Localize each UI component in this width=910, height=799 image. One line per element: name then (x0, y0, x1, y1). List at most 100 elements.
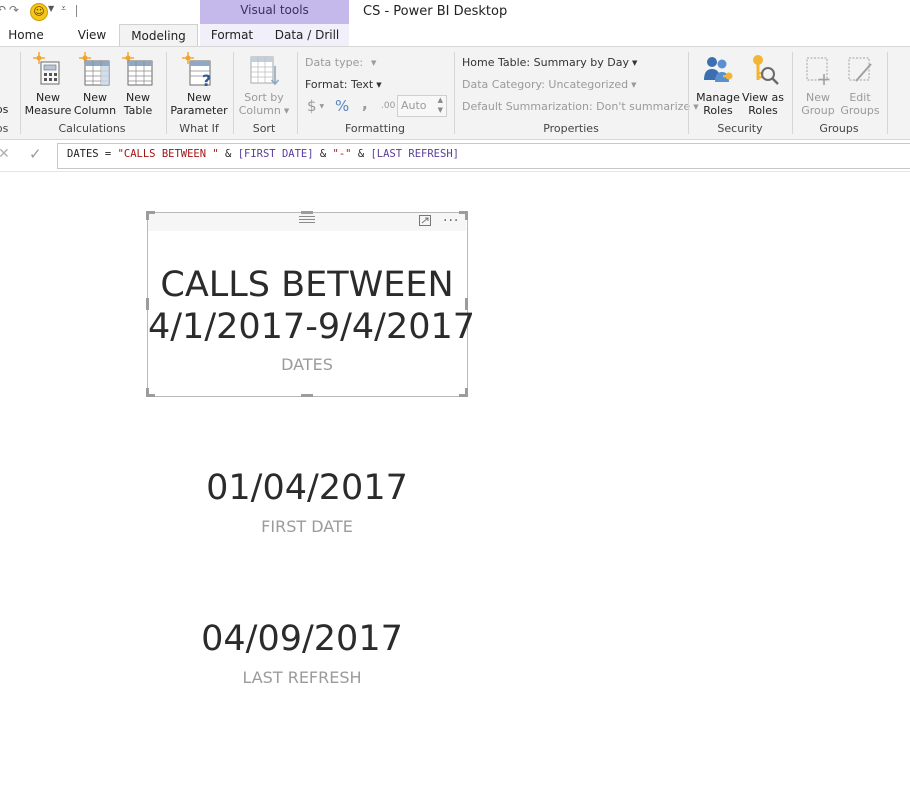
sort-dropdown-icon: ▼ (283, 106, 290, 115)
sort-group-label: Sort (252, 122, 276, 135)
formula-measure-name: DATES (67, 148, 99, 160)
manage-roles-icon (704, 57, 733, 82)
tab-modeling[interactable]: Modeling (119, 24, 198, 47)
decimal-places-spinner[interactable]: Auto ▲ ▼ (397, 95, 447, 117)
focus-mode-icon[interactable] (419, 215, 431, 226)
formula-concat-operator: & (218, 148, 238, 160)
home-table-dropdown-icon: ▼ (632, 59, 638, 67)
new-table-icon (122, 52, 153, 86)
cut-off-button-label: ps (0, 103, 9, 116)
group-separator (20, 52, 21, 134)
cut-off-group-label: ps (0, 122, 9, 135)
percent-format-button[interactable]: % (335, 97, 349, 115)
resize-handle[interactable] (465, 211, 468, 220)
edit-groups-label-2: Groups (840, 104, 880, 117)
formula-operator: = (98, 148, 118, 160)
decimal-places-value: Auto (401, 99, 427, 112)
cancel-formula-icon[interactable]: ✕ (0, 146, 10, 162)
drag-handle-icon[interactable] (299, 216, 315, 224)
formula-text: DATES = "CALLS BETWEEN " & [FIRST DATE] … (67, 148, 459, 160)
formula-string-literal: "-" (332, 148, 352, 160)
feedback-dropdown-icon[interactable]: ▼ (48, 4, 54, 13)
new-table-label-2: Table (123, 104, 153, 117)
resize-handle[interactable] (146, 388, 149, 397)
edit-groups-icon (848, 57, 872, 82)
new-table-button[interactable]: New Table (118, 52, 158, 117)
new-group-label-2: Group (801, 104, 835, 117)
format-dropdown[interactable]: Format: Text ▼ (305, 78, 382, 91)
new-group-label-1: New (806, 91, 830, 104)
new-table-label-1: New (126, 91, 150, 104)
spinner-down-icon[interactable]: ▼ (438, 106, 443, 114)
formatting-group-label: Formatting (344, 122, 406, 135)
edit-groups-label-1: Edit (849, 91, 871, 104)
resize-handle[interactable] (146, 211, 149, 220)
contextual-group-label: Visual tools (240, 3, 309, 17)
sort-by-column-icon (250, 56, 280, 86)
properties-group-label: Properties (543, 122, 599, 135)
undo-icon[interactable]: ↶ (0, 3, 6, 17)
first-date-card-label: FIRST DATE (261, 517, 353, 536)
group-separator (297, 52, 298, 134)
sort-by-column-button[interactable]: Sort by Column ▼ (236, 52, 292, 118)
more-options-icon[interactable]: ··· (443, 213, 459, 229)
new-column-label-2: Column (73, 104, 117, 117)
tab-data-drill[interactable]: Data / Drill (272, 24, 342, 46)
formula-concat-operator: & (351, 148, 371, 160)
resize-handle[interactable] (465, 388, 468, 397)
quick-access-separator (76, 5, 77, 17)
home-table-dropdown[interactable]: Home Table: Summary by Day ▼ (462, 56, 637, 69)
manage-roles-button[interactable]: Manage Roles (694, 52, 742, 117)
new-measure-label-1: New (36, 91, 60, 104)
edit-groups-button[interactable]: Edit Groups (839, 52, 881, 117)
view-as-roles-label-2: Roles (748, 104, 778, 117)
manage-roles-label-2: Roles (703, 104, 733, 117)
group-separator (792, 52, 793, 134)
customize-quick-access-icon[interactable]: ⩡ (61, 4, 66, 14)
decimal-places-icon[interactable]: .00 (381, 101, 395, 111)
first-date-card-value[interactable]: 01/04/2017 (157, 466, 457, 510)
tab-home[interactable]: Home (4, 24, 48, 46)
comma-style-button[interactable]: , (362, 95, 368, 113)
groups-group-label: Groups (819, 122, 859, 135)
new-parameter-label-1: New (187, 91, 211, 104)
dates-card-label: DATES (281, 355, 333, 374)
send-feedback-smile-icon[interactable]: ☺ (30, 3, 48, 21)
dates-card-value-line-1: CALLS BETWEEN (160, 265, 454, 305)
format-dropdown-icon: ▼ (376, 81, 382, 89)
new-group-icon (806, 57, 830, 85)
data-category-dropdown-icon: ▼ (631, 81, 637, 89)
svg-text:?: ? (202, 71, 211, 88)
spinner-up-icon[interactable]: ▲ (438, 96, 443, 104)
tab-format[interactable]: Format (206, 24, 258, 46)
new-column-label-1: New (83, 91, 107, 104)
group-separator (454, 52, 455, 134)
view-as-roles-icon (753, 55, 779, 85)
formula-concat-operator: & (313, 148, 333, 160)
redo-icon[interactable]: ↷ (9, 3, 19, 17)
new-column-button[interactable]: New Column (72, 52, 118, 117)
currency-dropdown-icon: ▼ (319, 103, 325, 110)
tab-view[interactable]: View (70, 24, 114, 46)
resize-handle[interactable] (301, 394, 313, 397)
formula-measure-reference: [LAST REFRESH] (370, 148, 459, 160)
default-summarization-dropdown[interactable]: Default Summarization: Don't summarize ▼ (462, 100, 699, 113)
new-group-button[interactable]: New Group (797, 52, 839, 117)
new-parameter-label-2: Parameter (170, 104, 228, 117)
new-measure-button[interactable]: New Measure (24, 52, 72, 117)
sort-by-column-label-2: Column ▼ (238, 104, 290, 117)
sort-by-column-label-1: Sort by (244, 91, 284, 104)
commit-formula-icon[interactable]: ✓ (29, 145, 42, 163)
new-column-icon (79, 52, 110, 86)
data-category-dropdown[interactable]: Data Category: Uncategorized ▼ (462, 78, 637, 91)
dates-card-value-line-2: 4/1/2017-9/4/2017 (148, 307, 476, 347)
new-parameter-button[interactable]: ? New Parameter (170, 52, 228, 117)
currency-format-button[interactable]: $ ▼ (307, 97, 324, 115)
view-as-roles-button[interactable]: View as Roles (741, 52, 785, 117)
group-separator (233, 52, 234, 134)
last-refresh-card-value[interactable]: 04/09/2017 (152, 617, 452, 661)
new-measure-icon (33, 52, 60, 85)
group-separator (688, 52, 689, 134)
resize-handle[interactable] (301, 211, 313, 214)
data-type-dropdown[interactable]: Data type: ▼ (305, 56, 376, 69)
